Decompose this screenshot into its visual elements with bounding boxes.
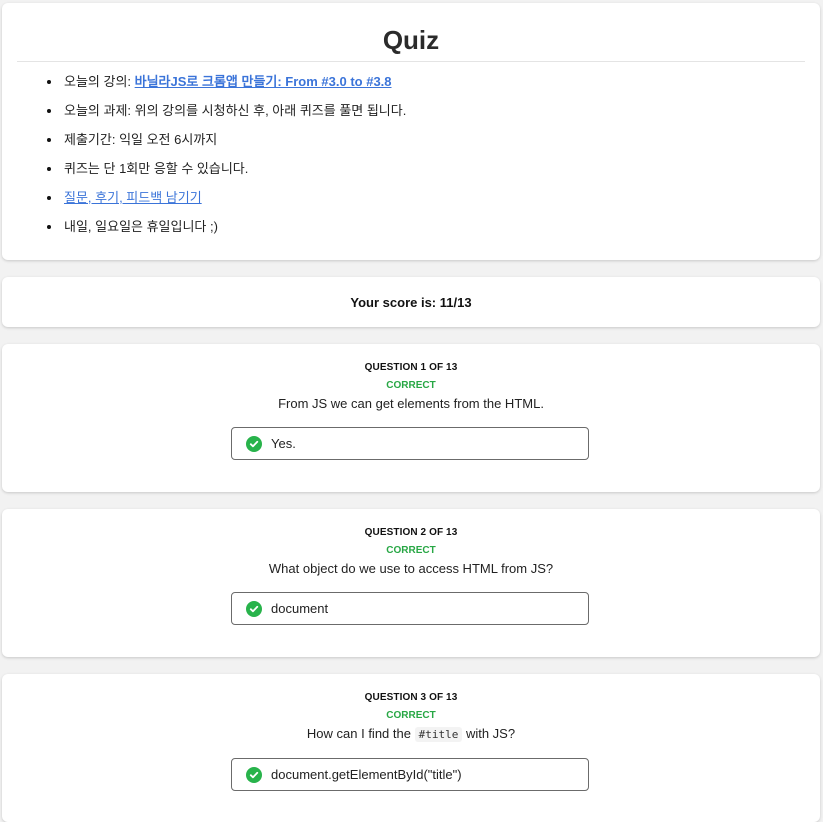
info-list: 오늘의 강의: 바닐라JS로 크롬앱 만들기: From #3.0 to #3.… (2, 67, 406, 241)
answer-option[interactable]: document.getElementById("title") (231, 758, 589, 791)
prompt-text-before: How can I find the (306, 726, 415, 741)
check-circle-icon (246, 766, 262, 783)
lecture-link[interactable]: 바닐라JS로 크롬앱 만들기: From #3.0 to #3.8 (135, 74, 392, 89)
holiday-text: 내일, 일요일은 휴일입니다 ;) (64, 219, 218, 234)
score-card: Your score is: 11/13 (2, 277, 820, 327)
list-item-attempts: 퀴즈는 단 1회만 응할 수 있습니다. (62, 154, 406, 183)
lecture-label: 오늘의 강의: (64, 74, 135, 89)
list-item-feedback: 질문, 후기, 피드백 남기기 (62, 183, 406, 212)
deadline-text: 제출기간: 익일 오전 6시까지 (64, 132, 218, 147)
title-divider (17, 61, 805, 62)
list-item-deadline: 제출기간: 익일 오전 6시까지 (62, 125, 406, 154)
question-status: CORRECT (386, 710, 436, 721)
question-status: CORRECT (386, 380, 436, 391)
question-card: QUESTION 1 OF 13 CORRECT From JS we can … (2, 344, 820, 492)
question-heading: QUESTION 3 OF 13 (364, 692, 458, 703)
answer-option[interactable]: Yes. (231, 427, 589, 460)
attempts-text: 퀴즈는 단 1회만 응할 수 있습니다. (64, 161, 249, 176)
page-title: Quiz (382, 25, 440, 55)
check-circle-icon (246, 600, 262, 617)
list-item-holiday: 내일, 일요일은 휴일입니다 ;) (62, 212, 406, 241)
question-prompt: How can I find the #title with JS? (2, 725, 820, 743)
question-card: QUESTION 3 OF 13 CORRECT How can I find … (2, 674, 820, 822)
question-heading: QUESTION 1 OF 13 (364, 362, 458, 373)
answer-option[interactable]: document (231, 592, 589, 625)
question-status: CORRECT (386, 545, 436, 556)
question-card: QUESTION 2 OF 13 CORRECT What object do … (2, 509, 820, 657)
question-heading: QUESTION 2 OF 13 (364, 527, 458, 538)
assignment-text: 오늘의 과제: 위의 강의를 시청하신 후, 아래 퀴즈를 풀면 됩니다. (64, 103, 407, 118)
answer-text: document.getElementById("title") (271, 767, 462, 782)
feedback-link[interactable]: 질문, 후기, 피드백 남기기 (64, 190, 202, 205)
answer-text: Yes. (271, 436, 296, 451)
list-item-assignment: 오늘의 과제: 위의 강의를 시청하신 후, 아래 퀴즈를 풀면 됩니다. (62, 96, 406, 125)
inline-code: #title (414, 727, 463, 742)
list-item-lecture: 오늘의 강의: 바닐라JS로 크롬앱 만들기: From #3.0 to #3.… (62, 67, 406, 96)
question-prompt: What object do we use to access HTML fro… (268, 561, 554, 576)
answer-text: document (271, 601, 329, 616)
question-prompt: From JS we can get elements from the HTM… (278, 396, 544, 411)
check-circle-icon (246, 435, 262, 452)
quiz-header-card: Quiz 오늘의 강의: 바닐라JS로 크롬앱 만들기: From #3.0 t… (2, 3, 820, 260)
prompt-text-after: with JS? (462, 726, 516, 741)
score-text: Your score is: 11/13 (350, 294, 472, 310)
